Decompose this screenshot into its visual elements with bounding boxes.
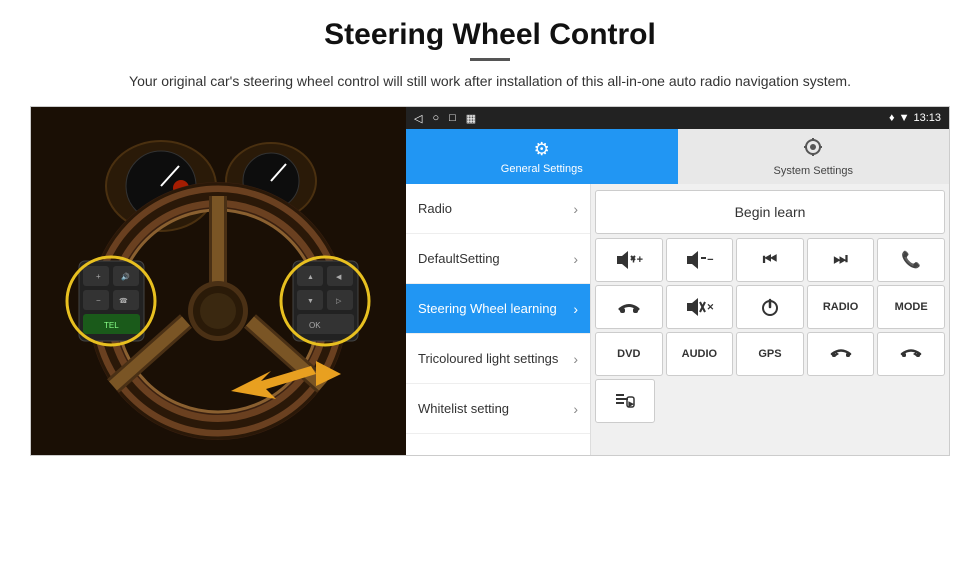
nav-home-icon[interactable]: ○ <box>432 112 439 124</box>
ans-next-button[interactable] <box>877 332 945 376</box>
tab-system[interactable]: System Settings <box>678 129 950 184</box>
chevron-icon-default: › <box>573 251 578 267</box>
svg-text:🔊: 🔊 <box>121 272 130 281</box>
menu-item-whitelist[interactable]: Whitelist setting › <box>406 384 590 434</box>
status-bar: ◁ ○ □ ▦ ♦ ▼ 13:13 <box>406 107 949 129</box>
svg-text:▷: ▷ <box>336 298 342 305</box>
vol-up-button[interactable]: + <box>595 238 663 282</box>
page-title: Steering Wheel Control <box>324 18 656 52</box>
status-bar-nav: ◁ ○ □ ▦ <box>414 112 476 125</box>
nav-square-icon[interactable]: □ <box>449 112 456 124</box>
svg-text:▲: ▲ <box>307 274 314 281</box>
svg-text:☎: ☎ <box>119 297 128 305</box>
audio-button[interactable]: AUDIO <box>666 332 734 376</box>
title-divider <box>470 58 510 61</box>
signal-icon: ▼ <box>899 112 910 124</box>
time-display: 13:13 <box>913 112 941 124</box>
gps-button[interactable]: GPS <box>736 332 804 376</box>
chevron-icon-steering: › <box>573 301 578 317</box>
menu-defaultsetting-label: DefaultSetting <box>418 251 500 266</box>
controls-row-4: ▶ <box>595 379 945 423</box>
main-content: + 🔊 − ☎ TEL ▲ ◀ ▼ ▷ OK <box>30 106 950 456</box>
svg-text:▶: ▶ <box>628 401 635 408</box>
menu-tricoloured-label: Tricoloured light settings <box>418 351 558 366</box>
system-settings-icon <box>803 137 823 162</box>
menu-steering-label: Steering Wheel learning <box>418 301 557 316</box>
svg-text:TEL: TEL <box>104 321 119 330</box>
prev-track-button[interactable]: ⏮ <box>736 238 804 282</box>
nav-back-icon[interactable]: ◁ <box>414 112 422 125</box>
mode-button[interactable]: MODE <box>877 285 945 329</box>
chevron-icon-tricoloured: › <box>573 351 578 367</box>
tabs-row: ⚙ General Settings Syste <box>406 129 949 184</box>
menu-radio-label: Radio <box>418 201 452 216</box>
status-bar-right: ♦ ▼ 13:13 <box>889 112 941 124</box>
dvd-button[interactable]: DVD <box>595 332 663 376</box>
tab-general-label: General Settings <box>501 163 583 175</box>
menu-whitelist-label: Whitelist setting <box>418 401 509 416</box>
chevron-icon-radio: › <box>573 201 578 217</box>
tab-general[interactable]: ⚙ General Settings <box>406 129 678 184</box>
controls-panel: Begin learn + − ⏮ ⏭ <box>591 184 949 455</box>
mute-button[interactable]: ✕ <box>666 285 734 329</box>
nav-cast-icon[interactable]: ▦ <box>466 112 476 125</box>
android-panel: ◁ ○ □ ▦ ♦ ▼ 13:13 ⚙ General Settings <box>406 107 949 455</box>
radio-button[interactable]: RADIO <box>807 285 875 329</box>
chevron-icon-whitelist: › <box>573 401 578 417</box>
menu-item-defaultsetting[interactable]: DefaultSetting › <box>406 234 590 284</box>
image-panel: + 🔊 − ☎ TEL ▲ ◀ ▼ ▷ OK <box>31 107 406 455</box>
general-settings-icon: ⚙ <box>534 139 550 160</box>
menu-item-radio[interactable]: Radio › <box>406 184 590 234</box>
tab-system-label: System Settings <box>774 165 853 177</box>
svg-text:OK: OK <box>309 321 321 330</box>
subtitle: Your original car's steering wheel contr… <box>129 71 851 92</box>
begin-learn-row: Begin learn <box>595 188 945 235</box>
menu-list: Radio › DefaultSetting › Steering Wheel … <box>406 184 591 455</box>
vol-down-button[interactable]: − <box>666 238 734 282</box>
panel-body: Radio › DefaultSetting › Steering Wheel … <box>406 184 949 455</box>
svg-text:▼: ▼ <box>307 298 314 305</box>
controls-row-1: + − ⏮ ⏭ 📞 <box>595 238 945 282</box>
hangup-button[interactable] <box>595 285 663 329</box>
svg-text:◀: ◀ <box>336 274 342 281</box>
location-icon: ♦ <box>889 112 895 124</box>
svg-text:+: + <box>96 272 101 281</box>
controls-row-2: ✕ RADIO MODE <box>595 285 945 329</box>
begin-learn-button[interactable]: Begin learn <box>595 190 945 234</box>
next-track-button[interactable]: ⏭ <box>807 238 875 282</box>
menu-item-tricoloured[interactable]: Tricoloured light settings › <box>406 334 590 384</box>
call-button[interactable]: 📞 <box>877 238 945 282</box>
playlist-button[interactable]: ▶ <box>595 379 655 423</box>
svg-text:−: − <box>96 296 101 305</box>
menu-item-steering[interactable]: Steering Wheel learning › <box>406 284 590 334</box>
power-button[interactable] <box>736 285 804 329</box>
controls-row-3: DVD AUDIO GPS <box>595 332 945 376</box>
ans-prev-button[interactable] <box>807 332 875 376</box>
